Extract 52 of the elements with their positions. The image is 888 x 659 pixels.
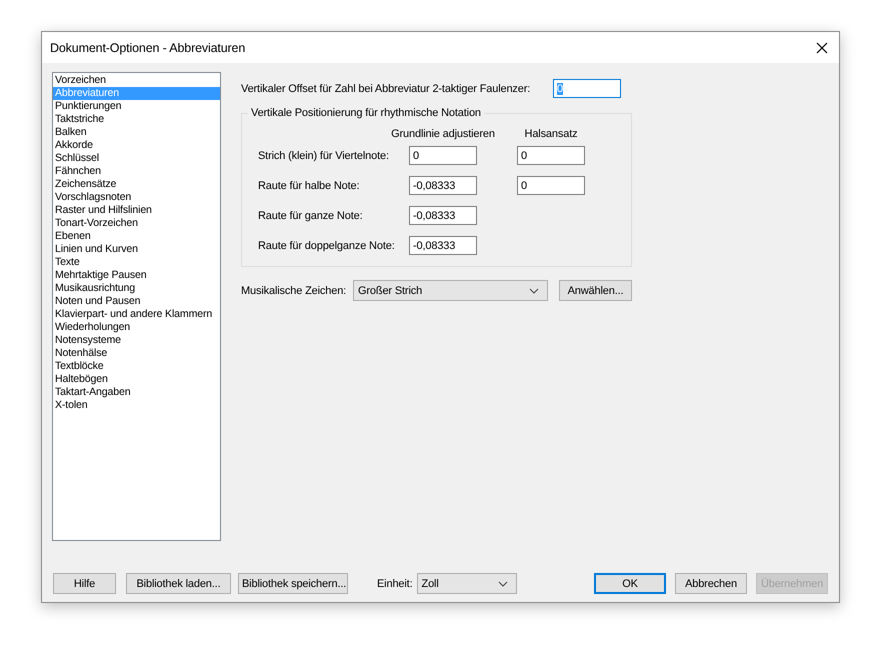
category-item[interactable]: Textblöcke <box>53 360 220 373</box>
symbol-label: Musikalische Zeichen: <box>241 284 348 296</box>
symbol-dropdown[interactable]: Großer Strich <box>353 280 548 301</box>
offset-label: Vertikaler Offset für Zahl bei Abbreviatur 2-taktiger Faulenzer: <box>241 82 532 94</box>
category-item[interactable]: Schlüssel <box>53 152 220 165</box>
category-item[interactable]: Taktart-Angaben <box>53 386 220 399</box>
category-item[interactable]: Akkorde <box>53 139 220 152</box>
value-input-field[interactable]: -0,08333 <box>409 206 477 225</box>
footer-button[interactable]: Bibliothek speichern... <box>238 573 348 594</box>
category-item[interactable]: Haltebögen <box>53 373 220 386</box>
category-item[interactable]: Balken <box>53 126 220 139</box>
category-item[interactable]: Raster und Hilfslinien <box>53 204 220 217</box>
column-header: Grundlinie adjustieren <box>390 128 496 140</box>
footer-button[interactable]: Bibliothek laden... <box>126 573 231 594</box>
category-item[interactable]: Notenhälse <box>53 347 220 360</box>
window-title: Dokument-Optionen - Abbreviaturen <box>50 40 246 54</box>
select-button[interactable]: Anwählen... <box>559 280 632 301</box>
category-item[interactable]: Klavierpart- und andere Klammern <box>53 308 220 321</box>
action-button[interactable]: OK <box>594 573 666 594</box>
group-title: Vertikale Positionierung für rhythmische Notation <box>248 107 484 119</box>
value-input-field[interactable]: -0,08333 <box>409 236 477 255</box>
category-item[interactable]: Tonart-Vorzeichen <box>53 217 220 230</box>
chevron-down-icon <box>498 580 508 586</box>
category-item[interactable]: Zeichensätze <box>53 178 220 191</box>
category-item[interactable]: Vorschlagsnoten <box>53 191 220 204</box>
category-item[interactable]: Musikausrichtung <box>53 282 220 295</box>
category-item[interactable]: Mehrtaktige Pausen <box>53 269 220 282</box>
category-item[interactable]: Notensysteme <box>53 334 220 347</box>
value-input-field[interactable]: -0,08333 <box>409 176 477 195</box>
category-item[interactable]: Linien und Kurven <box>53 243 220 256</box>
value-input-field[interactable]: 0 <box>517 146 585 165</box>
category-item[interactable]: Punktierungen <box>53 100 220 113</box>
action-button[interactable]: Abbrechen <box>675 573 747 594</box>
category-item[interactable]: Wiederholungen <box>53 321 220 334</box>
category-item[interactable]: X-tolen <box>53 399 220 412</box>
close-icon[interactable] <box>815 40 829 54</box>
category-item[interactable]: Vorzeichen <box>53 74 220 87</box>
category-item[interactable]: Texte <box>53 256 220 269</box>
unit-dropdown[interactable]: Zoll <box>416 573 516 594</box>
value-input-field[interactable]: 0 <box>409 146 477 165</box>
footer-button[interactable]: Hilfe <box>53 573 116 594</box>
category-item[interactable]: Fähnchen <box>53 165 220 178</box>
category-item[interactable]: Ebenen <box>53 230 220 243</box>
row-label: Raute für halbe Note: <box>258 180 360 192</box>
value-input-field[interactable]: 0 <box>517 176 585 195</box>
category-item[interactable]: Taktstriche <box>53 113 220 126</box>
unit-label: Einheit: <box>377 578 412 590</box>
chevron-down-icon <box>529 288 539 294</box>
row-label: Strich (klein) für Viertelnote: <box>258 150 390 162</box>
category-item[interactable]: Noten und Pausen <box>53 295 220 308</box>
row-label: Raute für ganze Note: <box>258 210 364 222</box>
row-label: Raute für doppelganze Note: <box>258 240 396 252</box>
